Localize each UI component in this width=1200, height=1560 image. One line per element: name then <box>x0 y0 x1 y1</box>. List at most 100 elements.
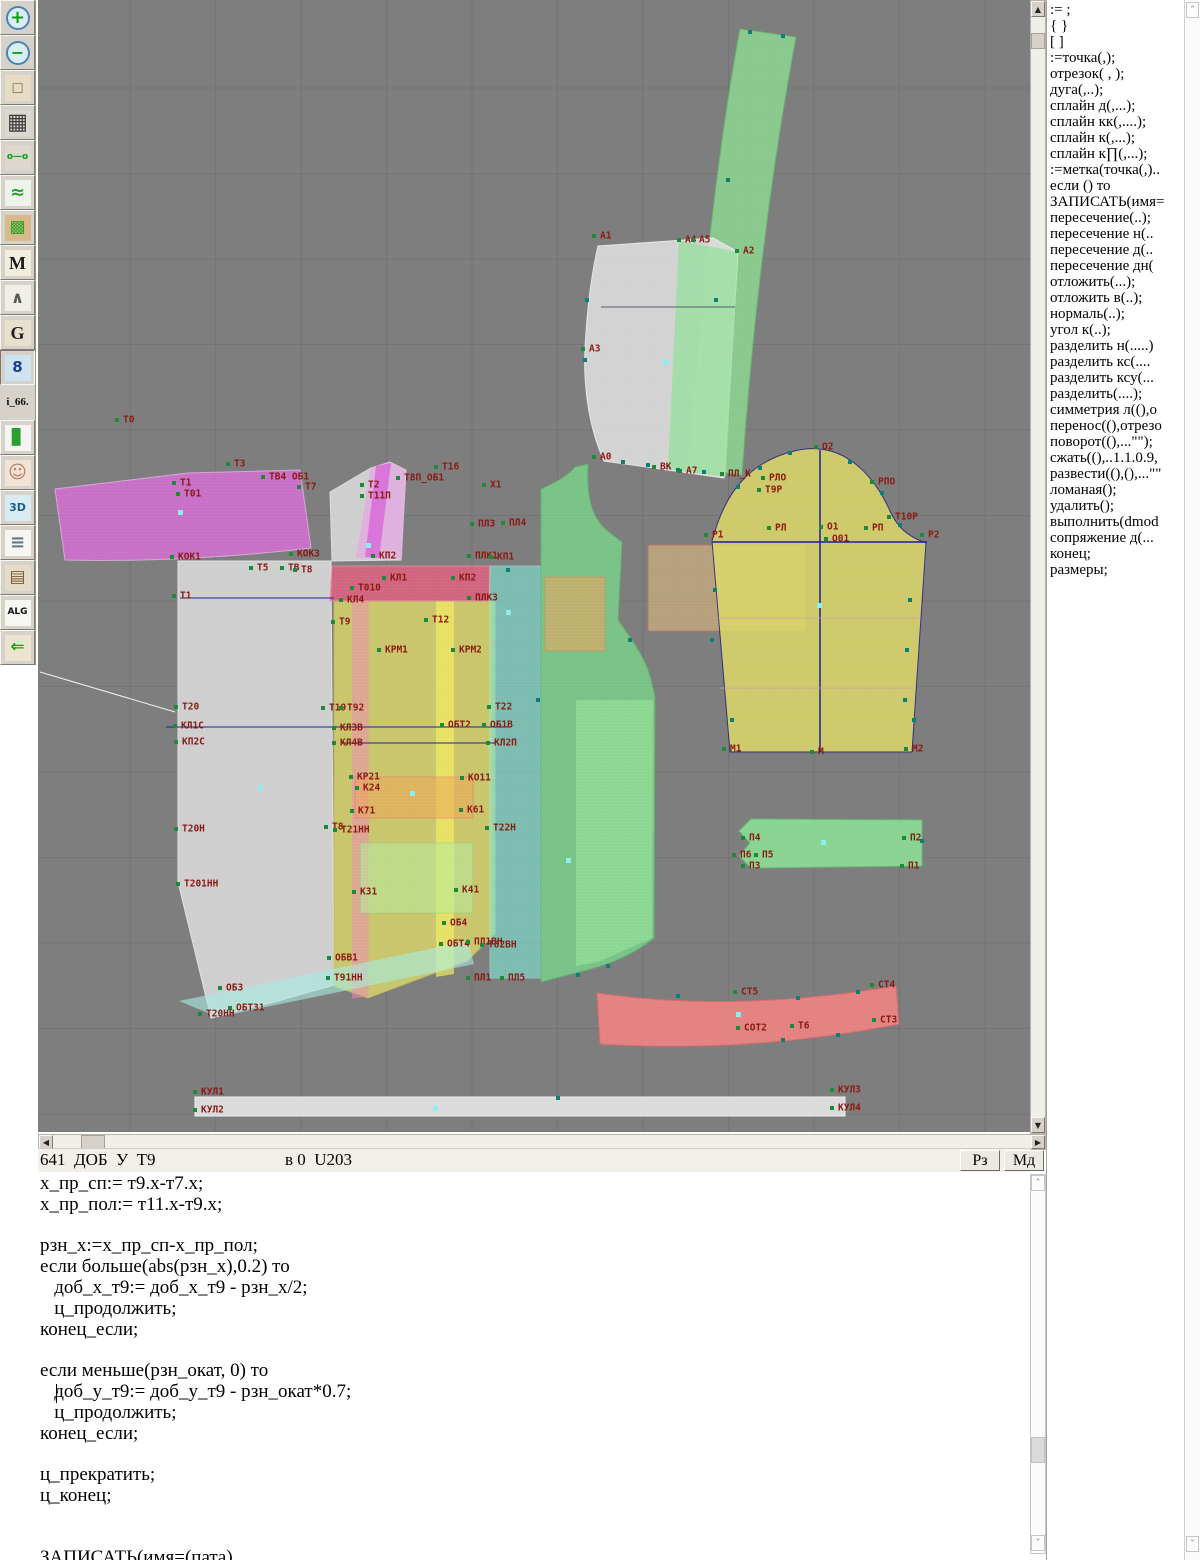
command-item[interactable]: отложить(...); <box>1047 274 1184 290</box>
left-toolbar: + − ◻ ▦ o—o ≈ ▩ M ∧ G 8 i_66. ▊ ☺ 3D ≡ ▤ ALG ⇐ <box>0 0 36 665</box>
command-item[interactable]: { } <box>1047 18 1184 34</box>
command-item[interactable]: сопряжение д(... <box>1047 530 1184 546</box>
edge-point <box>788 451 792 455</box>
canvas-scroll-right-icon[interactable]: ▶ <box>1031 1135 1045 1149</box>
point-label: СОТ2 <box>744 1023 767 1034</box>
command-item[interactable]: размеры; <box>1047 562 1184 578</box>
left-front-panel[interactable] <box>177 560 335 1019</box>
command-item[interactable]: пересечение дн( <box>1047 258 1184 274</box>
editor-vscroll-thumb[interactable] <box>1031 1437 1045 1463</box>
books-button[interactable]: ▤ <box>0 560 35 595</box>
command-item[interactable]: сплайн к∏(,...); <box>1047 146 1184 162</box>
curve-sheet-button[interactable]: ≈ <box>0 175 35 210</box>
point-marker <box>371 554 375 558</box>
code-editor[interactable]: х_пр_сп:= т9.х-т7.х; х_пр_пол:= т11.х-т9.… <box>38 1172 1030 1560</box>
command-item[interactable]: пересечение д(.. <box>1047 242 1184 258</box>
print-preview-button[interactable]: ◻ <box>0 70 35 105</box>
document-g-button[interactable]: G <box>0 315 35 350</box>
command-item[interactable]: конец; <box>1047 546 1184 562</box>
md-button[interactable]: Мд <box>1004 1150 1044 1171</box>
command-item[interactable]: разделить(....); <box>1047 386 1184 402</box>
command-item[interactable]: нормаль(..); <box>1047 306 1184 322</box>
point-marker <box>331 620 335 624</box>
chart-table-button[interactable]: ▊ <box>0 420 35 455</box>
sleeve-panel[interactable] <box>711 448 927 753</box>
canvas-scroll-left-icon[interactable]: ◀ <box>39 1135 53 1149</box>
measure-segment-button[interactable]: o—o <box>0 140 35 175</box>
command-item[interactable]: разделить н(.....) <box>1047 338 1184 354</box>
bodice-inner-green[interactable] <box>576 700 653 966</box>
editor-vscrollbar[interactable]: ˆ ˇ <box>1030 1174 1046 1554</box>
command-item[interactable]: сжать((),..1.1.0.9, <box>1047 450 1184 466</box>
edge-point <box>585 298 589 302</box>
lightgreen-box-mid[interactable] <box>359 842 474 914</box>
document-m-button[interactable]: M <box>0 245 35 280</box>
panel-scrollbar[interactable]: ˆ ˇ <box>1184 0 1200 1560</box>
editor-scroll-up-icon[interactable]: ˆ <box>1031 1175 1045 1191</box>
canvas-vscrollbar[interactable]: ▲ ▼ <box>1030 0 1046 1134</box>
canvas-vscroll-thumb[interactable] <box>1031 33 1045 49</box>
model-photo-button[interactable]: ☺ <box>0 455 35 490</box>
point-marker <box>819 525 823 529</box>
info-label-button[interactable]: i_66. <box>0 385 35 420</box>
grid-button[interactable]: ▦ <box>0 105 35 140</box>
editor-scroll-down-icon[interactable]: ˇ <box>1031 1535 1045 1551</box>
command-item[interactable]: удалить(); <box>1047 498 1184 514</box>
edge-point <box>536 698 540 702</box>
point-marker <box>324 825 328 829</box>
zoom-in-button[interactable]: + <box>0 0 35 35</box>
command-item[interactable]: :=метка(точка(,).. <box>1047 162 1184 178</box>
command-item[interactable]: угол к(..); <box>1047 322 1184 338</box>
code-editor-lines: х_пр_сп:= т9.х-т7.х; х_пр_пол:= т11.х-т9.… <box>38 1173 1030 1560</box>
command-item[interactable]: пересечение н(.. <box>1047 226 1184 242</box>
command-item[interactable]: отрезок( , ); <box>1047 66 1184 82</box>
point-marker <box>757 488 761 492</box>
command-item[interactable]: :=точка(,); <box>1047 50 1184 66</box>
draw-tools-button[interactable]: ∧ <box>0 280 35 315</box>
panel-scroll-up-icon[interactable]: ˆ <box>1186 2 1199 18</box>
command-item[interactable]: поворот((),...""); <box>1047 434 1184 450</box>
command-item[interactable]: сплайн к(,...); <box>1047 130 1184 146</box>
pattern-piece-button[interactable]: ▩ <box>0 210 35 245</box>
point-label: А1 <box>600 231 612 242</box>
command-item[interactable]: сплайн кк(,....); <box>1047 114 1184 130</box>
command-item[interactable]: разделить кс(.... <box>1047 354 1184 370</box>
command-item[interactable]: ЗАПИСАТЬ(имя= <box>1047 194 1184 210</box>
command-item[interactable]: ломаная(); <box>1047 482 1184 498</box>
command-item[interactable]: разделить ксу(... <box>1047 370 1184 386</box>
canvas-scroll-up-icon[interactable]: ▲ <box>1031 1 1045 17</box>
view-3d-button[interactable]: 3D <box>0 490 35 525</box>
waist-green-strip[interactable] <box>738 818 923 869</box>
point-label: КЛ1 <box>390 573 407 584</box>
size-table-button[interactable]: 8 <box>0 350 35 385</box>
cuff-strip[interactable] <box>194 1096 846 1117</box>
command-item[interactable]: развести((),(),..."" <box>1047 466 1184 482</box>
command-item[interactable]: [ ] <box>1047 34 1184 50</box>
canvas-hscroll-thumb[interactable] <box>81 1135 105 1149</box>
command-item[interactable]: отложить в(..); <box>1047 290 1184 306</box>
alg-document-button[interactable]: ALG <box>0 595 35 630</box>
point-label: КОК3 <box>297 549 320 560</box>
command-item[interactable]: выполнить(dmod <box>1047 514 1184 530</box>
command-item[interactable]: сплайн д(,...); <box>1047 98 1184 114</box>
canvas-scroll-down-icon[interactable]: ▼ <box>1031 1117 1045 1133</box>
point-label: Т20НН <box>206 1009 235 1020</box>
command-item[interactable]: перенос((),отрезо <box>1047 418 1184 434</box>
zoom-pan-button[interactable]: − <box>0 35 35 70</box>
pattern-canvas-svg[interactable]: А1 А4 А5А2А3А0ВК А7 ПЛ_КТ0Т3Т1Т01ТВ4 ОБ1Т7КО… <box>38 0 1030 1132</box>
point-label: О01 <box>832 534 849 545</box>
command-item[interactable]: := ; <box>1047 2 1184 18</box>
spec-list-button[interactable]: ≡ <box>0 525 35 560</box>
command-item[interactable]: пересечение(..); <box>1047 210 1184 226</box>
panel-scroll-down-icon[interactable]: ˇ <box>1186 1536 1199 1552</box>
hood-green-band[interactable] <box>668 241 738 477</box>
exit-button[interactable]: ⇐ <box>0 630 35 665</box>
rz-button[interactable]: Рз <box>960 1150 1000 1171</box>
command-item[interactable]: дуга(,..); <box>1047 82 1184 98</box>
command-item[interactable]: если () то <box>1047 178 1184 194</box>
orange-rect-small[interactable] <box>544 576 606 652</box>
cyan-strip[interactable] <box>489 565 542 979</box>
point-label: Т12 <box>432 615 449 626</box>
command-item[interactable]: симметрия л((),о <box>1047 402 1184 418</box>
